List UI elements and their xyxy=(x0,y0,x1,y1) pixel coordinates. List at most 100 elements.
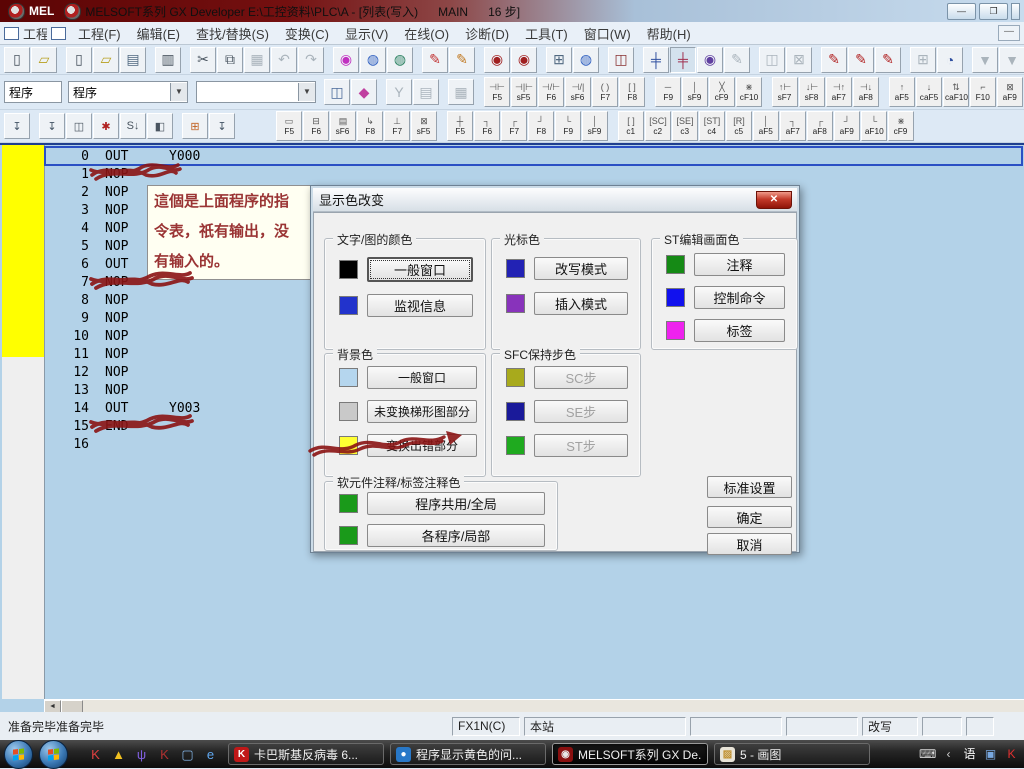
conversion-error-bg-color-button[interactable]: 变换出错部分 xyxy=(367,434,477,457)
toolbar-separator[interactable] xyxy=(325,48,332,72)
key-open-branch[interactable]: ⊣|⊢ sF5 xyxy=(511,77,537,107)
general-window-text-color-button[interactable]: 一般窗口 xyxy=(367,257,473,282)
taskbar-melsoft[interactable]: ◉ MELSOFT系列 GX De... xyxy=(552,743,708,765)
clock-monitor-icon[interactable]: ◔ xyxy=(937,47,963,73)
zoom-in-icon[interactable]: ◉ xyxy=(484,47,510,73)
cancel-button[interactable]: 取消 xyxy=(707,533,792,555)
error-check-icon[interactable]: ✱ xyxy=(93,113,119,139)
menu-item[interactable]: 诊断(D) xyxy=(457,24,517,45)
toolbar-separator[interactable] xyxy=(813,48,820,72)
key-open-contact[interactable]: ⊣⊢ F5 xyxy=(484,77,510,107)
internet-explorer-icon[interactable]: e xyxy=(202,746,219,763)
key-close-contact[interactable]: ⊣/⊢ F6 xyxy=(538,77,564,107)
key-invert-up[interactable]: ↑ aF5 xyxy=(889,77,915,107)
tray-expand-icon[interactable]: ‹ xyxy=(940,746,957,763)
toolbar-separator[interactable] xyxy=(182,48,189,72)
comment-color-button[interactable]: 注释 xyxy=(694,253,785,276)
step-break-icon[interactable]: ▼ xyxy=(999,47,1024,73)
block-write-icon[interactable]: ◫ xyxy=(66,113,92,139)
key-sfc-se[interactable]: [SE] c3 xyxy=(672,111,698,141)
monitor-info-color-button[interactable]: 监视信息 xyxy=(367,294,473,317)
key-sfc-transition[interactable]: ⊠ sF5 xyxy=(411,111,437,141)
instruction-list-mode-icon[interactable]: ╪ xyxy=(670,47,696,73)
key-sfc-tl2[interactable]: ┌ aF8 xyxy=(807,111,833,141)
program-list-icon[interactable]: ▦ xyxy=(448,79,474,105)
toolbar-separator[interactable] xyxy=(902,48,909,72)
menu-item[interactable]: 在线(O) xyxy=(396,24,457,45)
open-file-icon[interactable]: ▱ xyxy=(93,47,119,73)
key-sfc-blank[interactable]: [ ] c1 xyxy=(618,111,644,141)
save-icon[interactable]: ▤ xyxy=(120,47,146,73)
dictionary-icon[interactable]: ▤ xyxy=(413,79,439,105)
key-sfc-corner-br[interactable]: ┘ F8 xyxy=(528,111,554,141)
new-project-icon[interactable]: ▯ xyxy=(4,47,30,73)
key-sfc-corner-tr[interactable]: ┐ F6 xyxy=(474,111,500,141)
cut-icon[interactable]: ✂ xyxy=(190,47,216,73)
key-invert-result[interactable]: ⊠ aF9 xyxy=(997,77,1023,107)
taskbar-browser[interactable]: ● 程序显示黄色的问... xyxy=(390,743,546,765)
st-step-color-button[interactable]: ST步 xyxy=(534,434,628,457)
per-program-local-color-button[interactable]: 各程序/局部 xyxy=(367,524,545,547)
key-sfc-delete[interactable]: ⋇ cF9 xyxy=(888,111,914,141)
key-sfc-corner-tl[interactable]: ┌ F7 xyxy=(501,111,527,141)
label-color-button[interactable]: 标签 xyxy=(694,319,785,342)
step-tree-icon[interactable]: ↧ xyxy=(209,113,235,139)
program-shared-global-color-button[interactable]: 程序共用/全局 xyxy=(367,492,545,515)
key-sfc-jump[interactable]: ↳ F8 xyxy=(357,111,383,141)
key-branch-line[interactable]: ⌐ F10 xyxy=(970,77,996,107)
taskbar-kaspersky[interactable]: K 卡巴斯基反病毒 6... xyxy=(228,743,384,765)
ultraiso-icon[interactable]: ψ xyxy=(133,746,150,763)
menu-item[interactable]: 工程(F) xyxy=(70,24,129,45)
statement-display-icon[interactable]: ⊠ xyxy=(786,47,812,73)
toolbar-separator[interactable] xyxy=(964,48,971,72)
sfc-step-exec-icon[interactable]: ↧ xyxy=(4,113,30,139)
key-invert-down[interactable]: ↓ caF5 xyxy=(916,77,942,107)
key-sfc-tr2[interactable]: ┐ aF7 xyxy=(780,111,806,141)
toolbar-separator[interactable] xyxy=(31,113,38,137)
minimize-button[interactable]: — xyxy=(947,3,976,20)
key-sfc-st[interactable]: [ST] c4 xyxy=(699,111,725,141)
key-sfc-corner-bl[interactable]: └ F9 xyxy=(555,111,581,141)
key-coil[interactable]: ( ) F7 xyxy=(592,77,618,107)
key-delete-hline[interactable]: ╳ cF9 xyxy=(709,77,735,107)
start-button[interactable] xyxy=(39,740,68,769)
comment-display-icon[interactable]: ◫ xyxy=(759,47,785,73)
find-replace-icon[interactable]: ◍ xyxy=(360,47,386,73)
block-grid-icon[interactable]: ⊞ xyxy=(182,113,208,139)
program-select-combo[interactable]: 程序 ▼ xyxy=(68,81,188,103)
key-sfc-dummy[interactable]: ▤ sF6 xyxy=(330,111,356,141)
fkey-separator[interactable] xyxy=(609,111,617,139)
menu-item[interactable]: 编辑(E) xyxy=(129,24,188,45)
horizontal-scrollbar[interactable]: ◄ xyxy=(44,699,1024,713)
fkey-separator[interactable] xyxy=(646,77,654,105)
toolbar-separator[interactable] xyxy=(538,48,545,72)
key-sfc-block[interactable]: ⊟ F6 xyxy=(303,111,329,141)
ok-button[interactable]: 确定 xyxy=(707,506,792,528)
key-sfc-sc[interactable]: [SC] c2 xyxy=(645,111,671,141)
kaspersky-tray-icon[interactable]: K xyxy=(1003,746,1020,763)
general-window-bg-color-button[interactable]: 一般窗口 xyxy=(367,366,477,389)
key-sfc-bl2[interactable]: └ aF10 xyxy=(861,111,887,141)
close-button-partial[interactable] xyxy=(1011,3,1020,20)
copy-icon[interactable]: ⧉ xyxy=(217,47,243,73)
key-sfc-step[interactable]: ▭ F5 xyxy=(276,111,302,141)
toolbar-separator[interactable] xyxy=(600,48,607,72)
device-batch-icon[interactable]: ✎ xyxy=(848,47,874,73)
edit-mode-icon[interactable]: ✎ xyxy=(724,47,750,73)
key-sfc-r[interactable]: [R] c5 xyxy=(726,111,752,141)
print-icon[interactable]: ▥ xyxy=(155,47,181,73)
memory-grid-icon[interactable]: ⊞ xyxy=(910,47,936,73)
block-split-icon[interactable]: ◧ xyxy=(147,113,173,139)
project-browse-icon[interactable]: ◍ xyxy=(573,47,599,73)
mdi-minimize-button[interactable]: — xyxy=(998,25,1020,41)
toolbar-separator[interactable] xyxy=(635,48,642,72)
menu-item[interactable]: 变换(C) xyxy=(277,24,337,45)
key-hline[interactable]: ─ F9 xyxy=(655,77,681,107)
sc-step-color-button[interactable]: SC步 xyxy=(534,366,628,389)
redo-icon[interactable]: ↷ xyxy=(298,47,324,73)
fkey-separator[interactable] xyxy=(880,77,888,105)
menu-item[interactable]: 查找/替换(S) xyxy=(188,24,277,45)
key-pulse-up[interactable]: ↑⊢ sF7 xyxy=(772,77,798,107)
toolbar-separator[interactable] xyxy=(751,48,758,72)
key-sfc-cross[interactable]: ┼ F5 xyxy=(447,111,473,141)
